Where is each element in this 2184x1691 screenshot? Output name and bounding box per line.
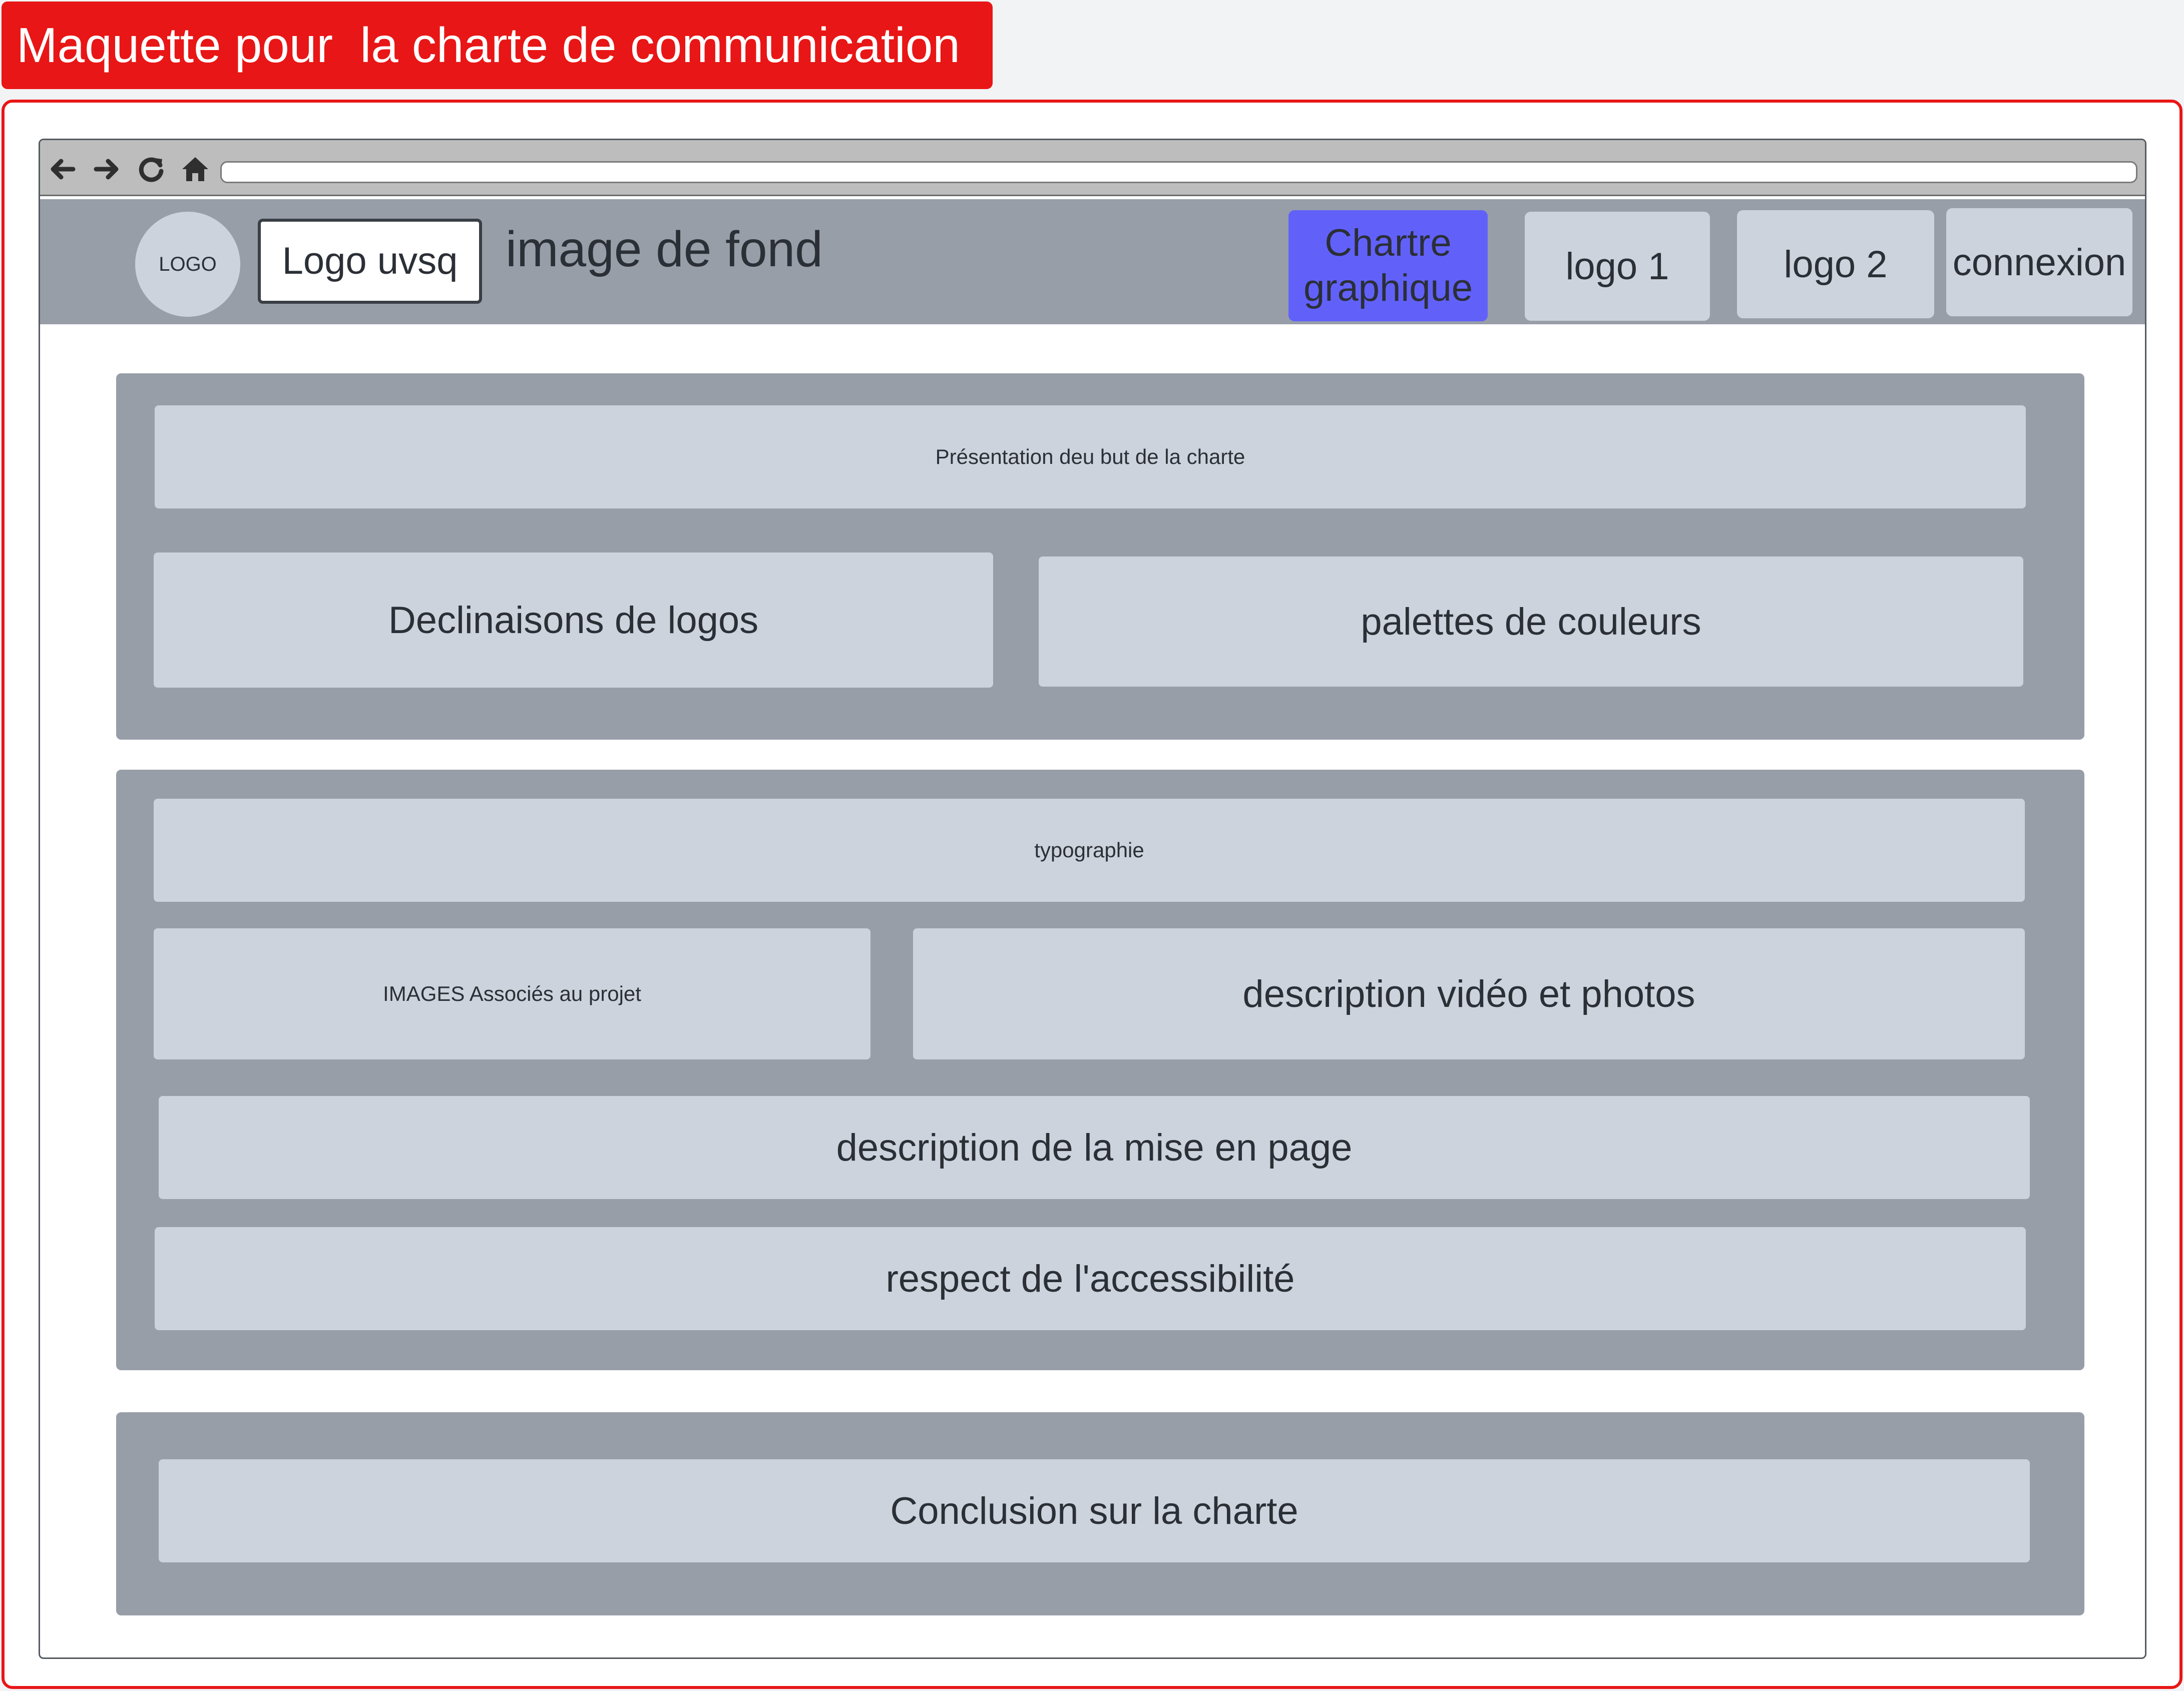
color-palettes-card: palettes de couleurs <box>1039 556 2023 687</box>
refresh-icon[interactable] <box>136 154 166 184</box>
background-image-label: image de fond <box>506 221 823 277</box>
section-content-panel: typographie IMAGES Associés au projet de… <box>116 770 2084 1370</box>
forward-arrow-icon[interactable] <box>92 154 122 184</box>
nav-connexion-button[interactable]: connexion <box>1946 208 2132 316</box>
nav-logo2-button[interactable]: logo 2 <box>1737 210 1934 318</box>
logo-variations-card: Declinaisons de logos <box>154 552 993 688</box>
video-photo-description-card: description vidéo et photos <box>913 928 2025 1059</box>
conclusion-card: Conclusion sur la charte <box>159 1459 2030 1562</box>
typography-card: typographie <box>154 799 2025 902</box>
nav-chartre-label-line2: graphique <box>1303 267 1473 309</box>
project-images-card: IMAGES Associés au projet <box>154 928 870 1059</box>
section-presentation-panel: Présentation deu but de la charte Declin… <box>116 373 2084 740</box>
nav-chartre-graphique-button[interactable]: Chartre graphique <box>1288 210 1488 321</box>
home-icon[interactable] <box>180 154 210 184</box>
layout-description-card: description de la mise en page <box>159 1096 2030 1199</box>
page-title: Maquette pour la charte de communication <box>2 2 993 89</box>
logo-uvsq-box[interactable]: Logo uvsq <box>258 219 482 304</box>
nav-chartre-label-line1: Chartre <box>1325 222 1452 264</box>
site-header: LOGO Logo uvsq image de fond Chartre gra… <box>40 199 2145 324</box>
nav-logo1-button[interactable]: logo 1 <box>1525 212 1710 321</box>
browser-toolbar <box>40 140 2145 196</box>
back-arrow-icon[interactable] <box>47 154 77 184</box>
presentation-card: Présentation deu but de la charte <box>155 405 2026 508</box>
accessibility-card: respect de l'accessibilité <box>155 1227 2026 1330</box>
address-bar[interactable] <box>220 161 2137 183</box>
logo-placeholder[interactable]: LOGO <box>135 212 240 317</box>
browser-window: LOGO Logo uvsq image de fond Chartre gra… <box>39 139 2146 1659</box>
section-conclusion-panel: Conclusion sur la charte <box>116 1412 2084 1615</box>
